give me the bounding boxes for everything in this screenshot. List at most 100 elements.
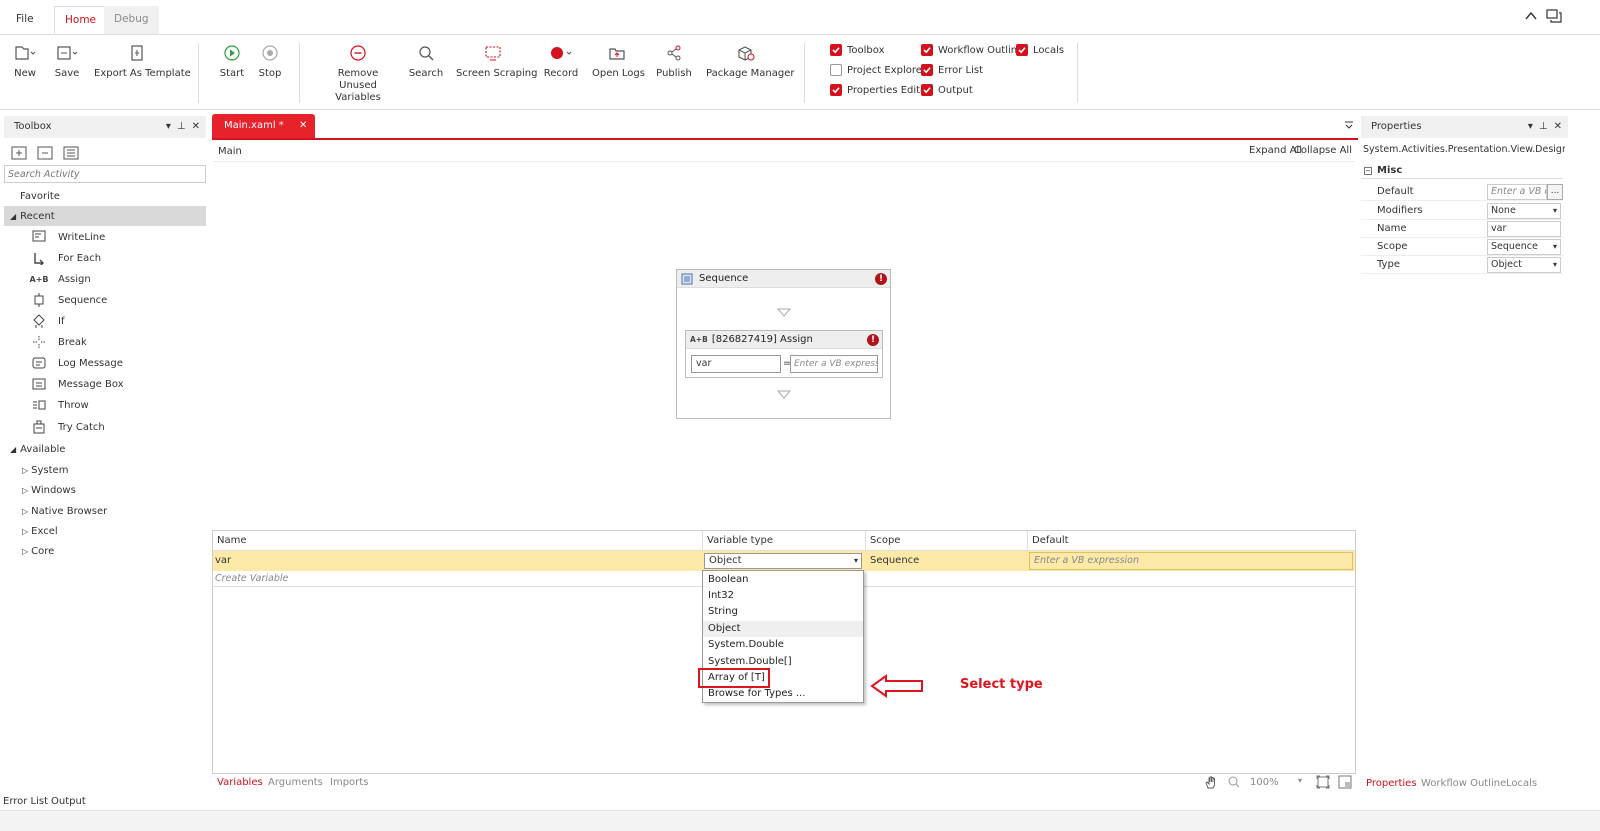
activity-assign[interactable]: A+B Assign (30, 269, 91, 289)
collapsed-triangle-icon: ▷ (22, 526, 29, 536)
available-excel[interactable]: ▷ Excel (22, 521, 58, 541)
remove-unused-variables-button[interactable]: Remove Unused Variables (318, 41, 398, 104)
export-template-button[interactable]: Export As Template (94, 41, 191, 80)
property-modifiers-select[interactable]: None ▾ (1487, 203, 1561, 219)
collapse-ribbon-icon[interactable] (1524, 10, 1538, 22)
menu-tab-debug[interactable]: Debug (104, 6, 159, 34)
zoom-icon[interactable] (1227, 775, 1241, 789)
overview-icon[interactable] (1338, 775, 1352, 789)
new-button[interactable]: New (10, 41, 40, 80)
activity-if[interactable]: If (32, 311, 64, 331)
column-header-default[interactable]: Default (1028, 531, 1355, 551)
menu-tab-home[interactable]: Home (54, 6, 108, 34)
variable-scope-cell[interactable]: Sequence (866, 551, 1026, 571)
property-name-field[interactable]: var (1487, 221, 1561, 237)
zoom-level[interactable]: 100% (1250, 777, 1279, 788)
type-option-system-double[interactable]: System.Double (703, 637, 863, 653)
package-manager-button[interactable]: Package Manager (706, 41, 794, 80)
assign-to-field[interactable]: var (691, 355, 781, 373)
close-tab-icon[interactable]: ✕ (299, 120, 307, 131)
property-default-field[interactable]: Enter a VB e (1487, 184, 1547, 200)
tab-locals[interactable]: Locals (1506, 778, 1537, 789)
available-native-browser[interactable]: ▷ Native Browser (22, 501, 107, 521)
close-icon[interactable]: ✕ (1554, 116, 1562, 138)
activity-log-message[interactable]: Log Message (32, 353, 123, 373)
breadcrumb[interactable]: Main (218, 146, 242, 157)
document-tab-main-xaml[interactable]: Main.xaml * ✕ (212, 114, 316, 138)
pin-icon[interactable]: ⊥ (177, 116, 186, 138)
list-view-icon[interactable] (63, 146, 79, 160)
toolbox-recent-group[interactable]: ◢ Recent (4, 206, 206, 226)
zoom-dropdown-icon[interactable]: ▾ (1298, 776, 1302, 785)
type-option-browse-for-types[interactable]: Browse for Types ... (703, 686, 863, 702)
search-button[interactable]: Search (408, 41, 444, 80)
tab-output[interactable]: Output (51, 796, 86, 807)
variable-default-field[interactable]: Enter a VB expression (1029, 552, 1353, 570)
workflow-outline-checkbox[interactable]: Workflow Outline (921, 42, 1023, 58)
variable-type-select[interactable]: Object ▾ (704, 553, 862, 569)
tab-error-list[interactable]: Error List (3, 796, 48, 807)
available-windows[interactable]: ▷ Windows (22, 480, 76, 500)
fit-to-screen-icon[interactable] (1316, 775, 1330, 789)
locals-checkbox[interactable]: Locals (1016, 42, 1064, 58)
type-option-int32[interactable]: Int32 (703, 588, 863, 604)
available-system[interactable]: ▷ System (22, 460, 68, 480)
publish-button[interactable]: Publish (656, 41, 692, 80)
pan-hand-icon[interactable] (1204, 775, 1218, 789)
available-core[interactable]: ▷ Core (22, 541, 54, 561)
type-option-string[interactable]: String (703, 604, 863, 620)
variable-name-cell[interactable]: var (213, 551, 703, 571)
close-icon[interactable]: ✕ (192, 116, 200, 138)
tab-variables[interactable]: Variables (217, 777, 263, 788)
properties-editor-checkbox[interactable]: Properties Editor (830, 82, 930, 98)
property-scope-select[interactable]: Sequence ▾ (1487, 239, 1561, 255)
feedback-icon[interactable] (1546, 9, 1562, 23)
activity-writeline[interactable]: WriteLine (32, 227, 105, 247)
type-option-object[interactable]: Object (703, 621, 863, 637)
assign-activity[interactable]: A+B [826827419] Assign ! var = Enter a V… (685, 330, 883, 378)
property-default-ellipsis-button[interactable]: ... (1547, 184, 1563, 200)
sequence-activity[interactable]: Sequence ! A+B [826827419] Assign ! var … (676, 269, 891, 419)
tab-properties[interactable]: Properties (1366, 778, 1417, 789)
stop-button[interactable]: Stop (256, 41, 284, 80)
column-header-name[interactable]: Name (213, 531, 703, 551)
menu-tab-file[interactable]: File (6, 6, 44, 34)
screen-scraping-button[interactable]: Screen Scraping (456, 41, 537, 80)
pin-icon[interactable]: ⊥ (1539, 116, 1548, 138)
search-activity-input[interactable] (4, 165, 206, 183)
dropdown-arrow-icon[interactable]: ▾ (166, 116, 171, 138)
drop-arrow-icon[interactable] (777, 308, 791, 318)
activity-sequence[interactable]: Sequence (32, 290, 107, 310)
property-type-select[interactable]: Object ▾ (1487, 257, 1561, 273)
toolbox-checkbox[interactable]: Toolbox (830, 42, 885, 58)
tab-imports[interactable]: Imports (330, 777, 368, 788)
record-button[interactable]: Record (542, 41, 580, 80)
activity-try-catch[interactable]: Try Catch (32, 417, 105, 437)
collapse-all-link[interactable]: Collapse All (1294, 145, 1352, 156)
assign-value-field[interactable]: Enter a VB expressi (790, 355, 878, 373)
type-option-boolean[interactable]: Boolean (703, 572, 863, 588)
open-logs-button[interactable]: Open Logs (592, 41, 645, 80)
start-button[interactable]: Start (218, 41, 246, 80)
activity-throw[interactable]: Throw (32, 395, 89, 415)
properties-section-misc[interactable]: − Misc (1361, 163, 1563, 179)
tab-workflow-outline[interactable]: Workflow Outline (1421, 778, 1506, 789)
toolbox-available-group[interactable]: ◢ Available (10, 439, 65, 459)
activity-break[interactable]: Break (32, 332, 87, 352)
error-list-checkbox[interactable]: Error List (921, 62, 983, 78)
project-explorer-checkbox[interactable]: Project Explorer (830, 62, 926, 78)
output-checkbox[interactable]: Output (921, 82, 973, 98)
activity-message-box[interactable]: Message Box (32, 374, 124, 394)
save-button[interactable]: Save (52, 41, 82, 80)
share-icon (656, 41, 692, 65)
activity-for-each[interactable]: For Each (32, 248, 101, 268)
dropdown-arrow-icon[interactable]: ▾ (1528, 116, 1533, 138)
collapse-all-icon[interactable] (37, 146, 53, 160)
tab-arguments[interactable]: Arguments (268, 777, 323, 788)
column-header-variable-type[interactable]: Variable type (703, 531, 866, 551)
tab-list-icon[interactable] (1344, 120, 1354, 130)
toolbox-favorite[interactable]: Favorite (20, 186, 60, 206)
column-header-scope[interactable]: Scope (866, 531, 1028, 551)
expand-all-icon[interactable] (11, 146, 27, 160)
drop-arrow-icon[interactable] (777, 390, 791, 400)
